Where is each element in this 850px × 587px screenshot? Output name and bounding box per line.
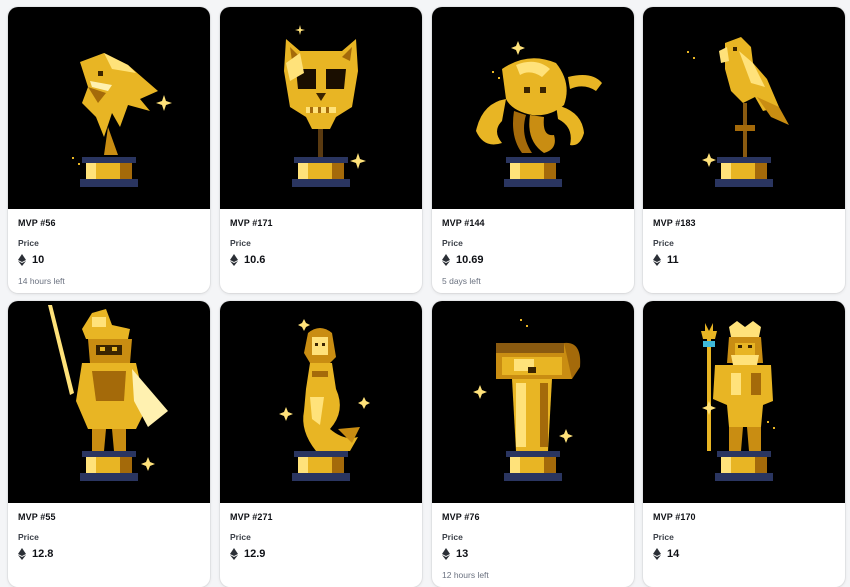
nft-title: MVP #56 [18, 218, 56, 228]
nft-card[interactable]: MVP #56 Price 10 14 hours left [8, 7, 210, 293]
time-left: 14 hours left [18, 276, 65, 286]
price-value: 13 [456, 547, 469, 560]
price-label: Price [442, 532, 463, 542]
price-label: Price [653, 238, 674, 248]
ethereum-icon [18, 253, 26, 266]
price-row: 10 [18, 252, 200, 267]
poseidon-trophy-icon [701, 321, 775, 481]
nft-title: MVP #271 [230, 512, 273, 522]
ethereum-icon [653, 547, 661, 560]
nft-card[interactable]: MVP #183 Price 11 [643, 7, 845, 293]
nft-card[interactable]: MVP #55 Price 12.8 [8, 301, 210, 587]
price-label: Price [18, 532, 39, 542]
pirate-trophy-icon [48, 305, 168, 481]
octopus-trophy-icon [476, 41, 602, 187]
price-value: 10.69 [456, 253, 484, 266]
nft-artwork[interactable] [643, 7, 845, 209]
ethereum-icon [442, 547, 450, 560]
price-row: 12.9 [230, 546, 412, 561]
nft-artwork[interactable] [220, 301, 422, 503]
nft-artwork[interactable] [643, 301, 845, 503]
nft-title: MVP #144 [442, 218, 485, 228]
nft-artwork[interactable] [8, 7, 210, 209]
nft-title: MVP #170 [653, 512, 696, 522]
price-value: 10 [32, 253, 45, 266]
price-label: Price [18, 238, 39, 248]
price-row: 10.6 [230, 252, 412, 267]
mermaid-trophy-icon [279, 319, 370, 481]
nft-card[interactable]: MVP #170 Price 14 [643, 301, 845, 587]
price-value: 14 [667, 547, 680, 560]
price-value: 12.9 [244, 547, 266, 560]
price-row: 13 [442, 546, 624, 561]
ethereum-icon [18, 547, 26, 560]
nft-title: MVP #55 [18, 512, 56, 522]
price-value: 12.8 [32, 547, 54, 560]
nft-title: MVP #171 [230, 218, 273, 228]
price-value: 10.6 [244, 253, 266, 266]
nft-card[interactable]: MVP #76 Price 13 12 hours left [432, 301, 634, 587]
price-row: 11 [653, 252, 835, 267]
cat-skull-trophy-icon [284, 25, 366, 187]
nft-card[interactable]: MVP #271 Price 12.9 [220, 301, 422, 587]
price-label: Price [230, 238, 251, 248]
time-left: 5 days left [442, 276, 481, 286]
nft-artwork[interactable] [220, 7, 422, 209]
nft-card[interactable]: MVP #144 Price 10.69 5 days left [432, 7, 634, 293]
nft-card-grid: MVP #56 Price 10 14 hours left MVP #171 … [0, 0, 850, 587]
treasure-chest-trophy-icon [473, 319, 581, 481]
price-value: 11 [667, 253, 679, 266]
nft-artwork[interactable] [432, 301, 634, 503]
ethereum-icon [442, 253, 450, 266]
ethereum-icon [230, 547, 238, 560]
ethereum-icon [230, 253, 238, 266]
nft-title: MVP #183 [653, 218, 696, 228]
price-row: 10.69 [442, 252, 624, 267]
parrot-trophy-icon [687, 37, 789, 187]
price-row: 12.8 [18, 546, 200, 561]
time-left: 12 hours left [442, 570, 489, 580]
nft-artwork[interactable] [432, 7, 634, 209]
ethereum-icon [653, 253, 661, 266]
price-label: Price [653, 532, 674, 542]
nft-card[interactable]: MVP #171 Price 10.6 [220, 7, 422, 293]
price-label: Price [442, 238, 463, 248]
shark-trophy-icon [72, 53, 172, 187]
price-row: 14 [653, 546, 835, 561]
price-label: Price [230, 532, 251, 542]
nft-title: MVP #76 [442, 512, 480, 522]
nft-artwork[interactable] [8, 301, 210, 503]
